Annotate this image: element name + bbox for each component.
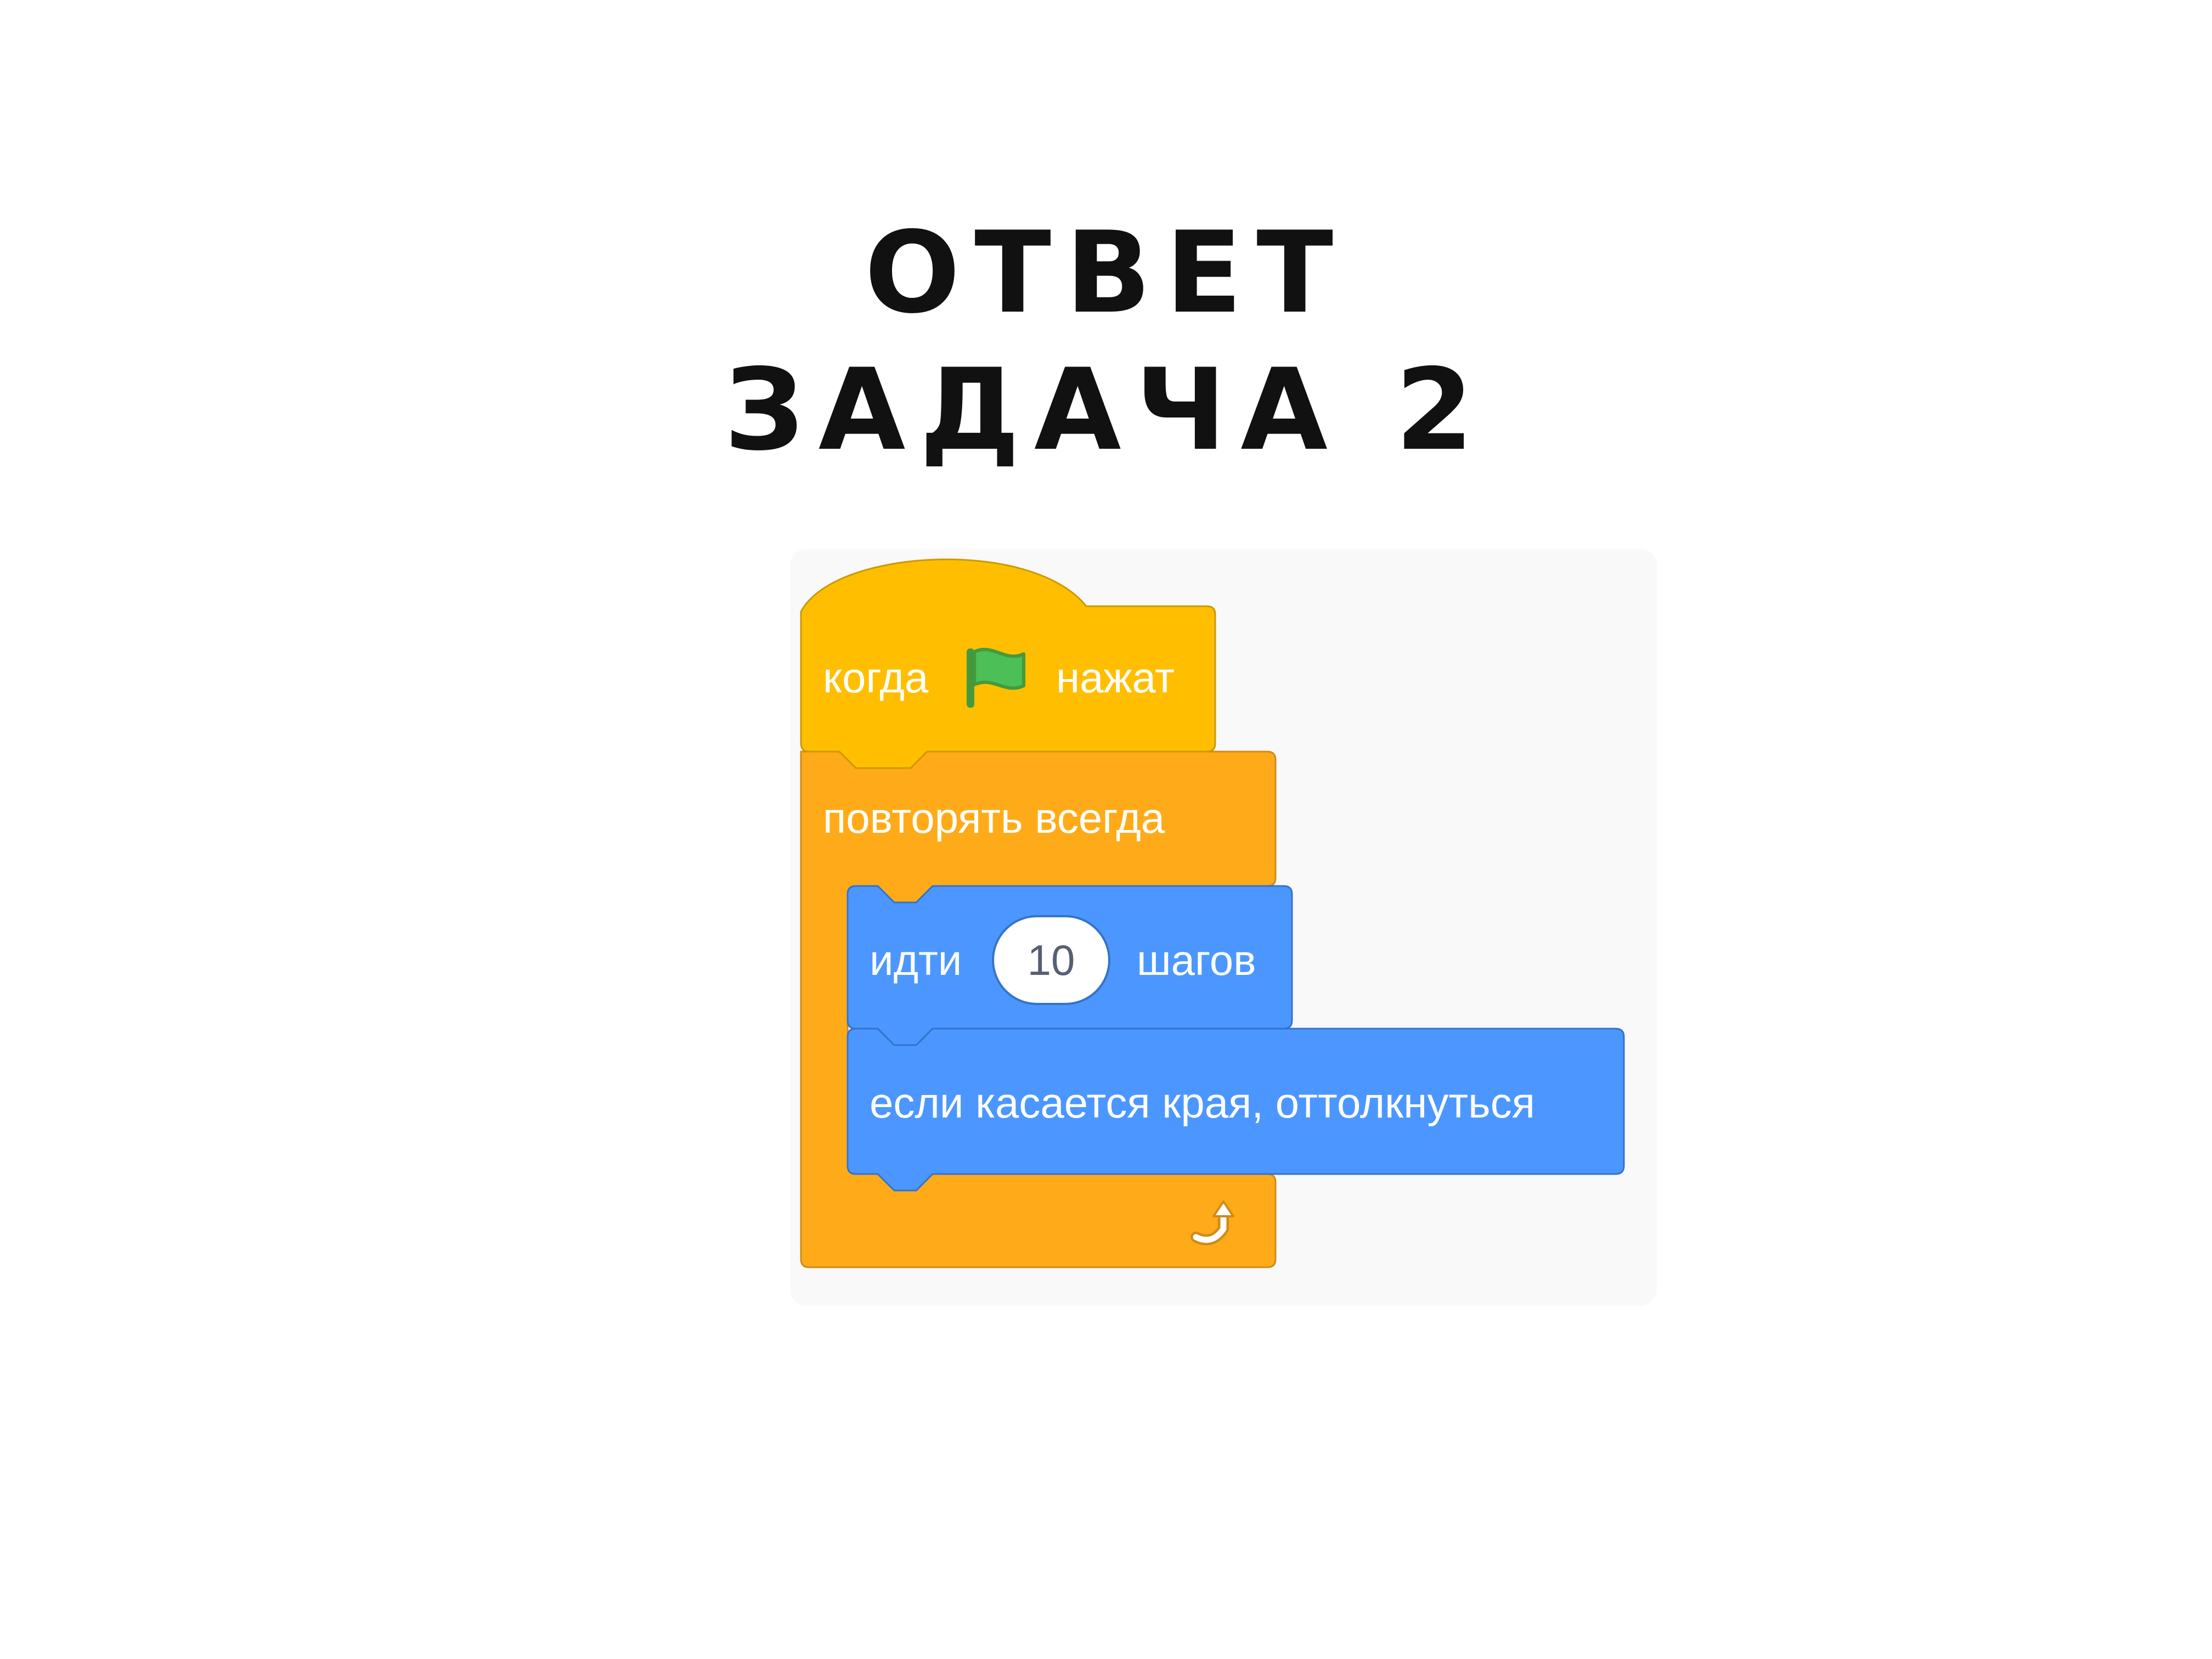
bounce-on-edge-block[interactable]: если касается края, оттолкнуться <box>847 1028 1625 1192</box>
steps-input-value: 10 <box>1028 936 1075 984</box>
when-flag-clicked-block[interactable]: когда нажат <box>800 558 1216 769</box>
hat-block-label-after: нажат <box>1056 653 1175 702</box>
hat-block-label-before: когда <box>823 653 929 702</box>
move-steps-block[interactable]: идти 10 шагов <box>847 885 1293 1046</box>
move-block-label-before: идти <box>870 936 962 984</box>
forever-block-label: повторять всегда <box>823 794 1165 842</box>
move-block-label-after: шагов <box>1137 936 1256 984</box>
scratch-script: повторять всегда когда нажат идти 10 шаг… <box>800 558 1625 1268</box>
bounce-block-label: если касается края, оттолкнуться <box>870 1079 1535 1127</box>
